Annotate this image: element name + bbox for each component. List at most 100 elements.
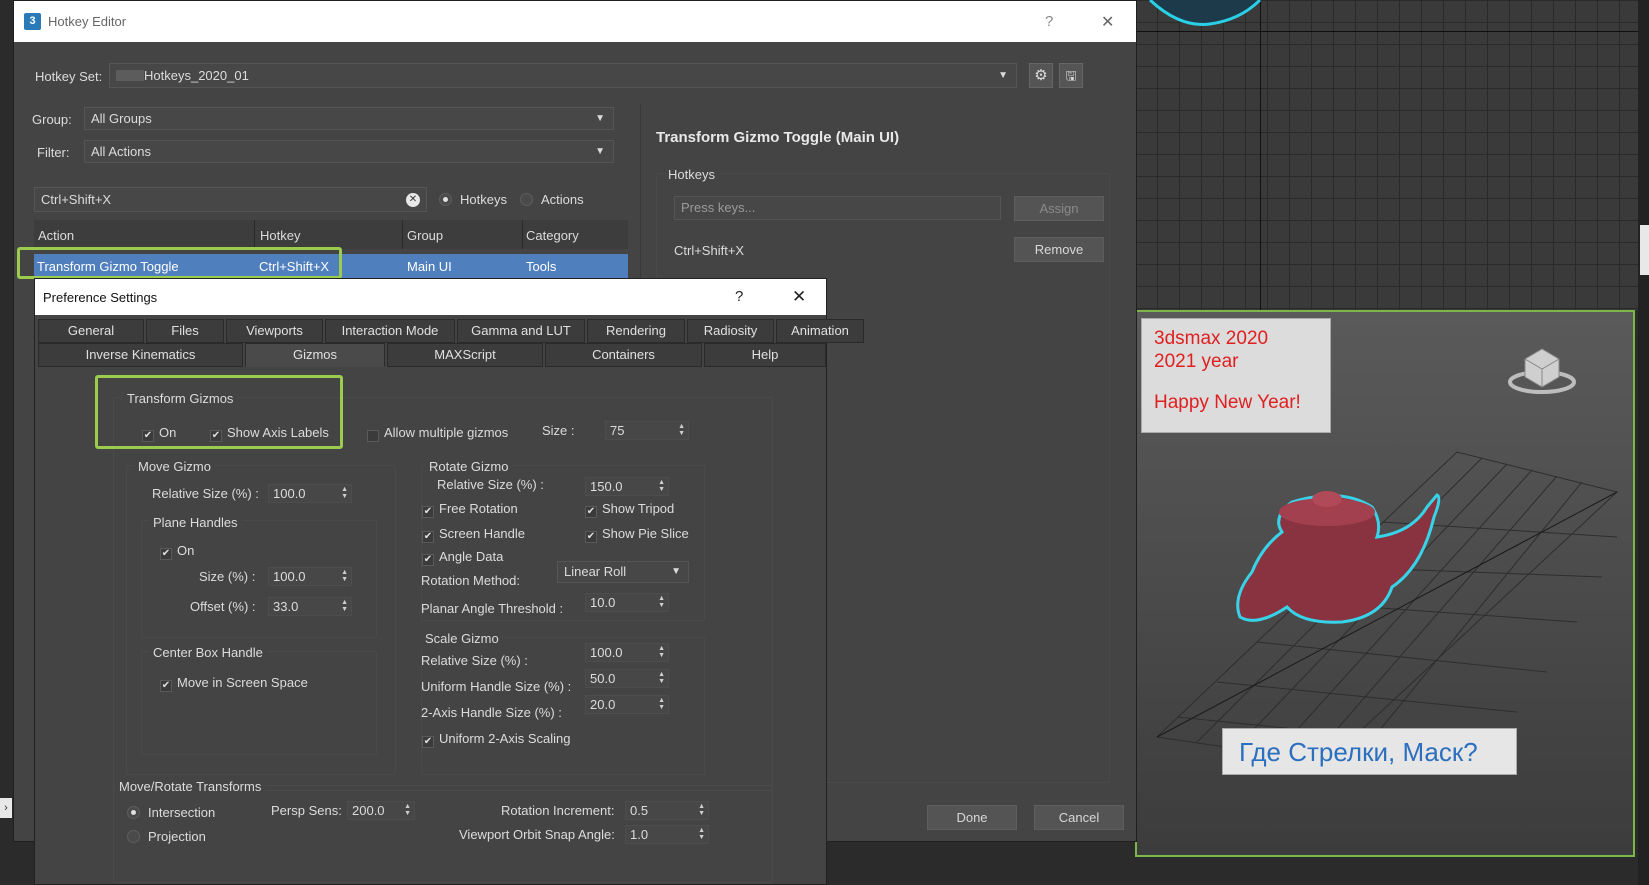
greeting-note: 3dsmax 2020 2021 year Happy New Year! [1141,318,1331,433]
two-axis-spinner[interactable]: 20.0 ▲ ▼ [585,695,669,714]
column-header[interactable]: Hotkey [260,228,300,243]
cancel-button[interactable]: Cancel [1034,805,1124,830]
plane-offset-label: Offset (%) : [190,599,256,614]
viewcube-icon[interactable] [1507,337,1577,397]
hotkey-set-dropdown[interactable]: Hotkeys_2020_01 ▼ [109,63,1017,88]
move-relative-size-spinner[interactable]: 100.0 ▲ ▼ [268,484,352,503]
assign-button[interactable]: Assign [1014,196,1104,221]
column-header[interactable]: Action [38,228,74,243]
spinner-arrows-icon: ▲ ▼ [698,827,705,841]
checkbox-angle-data-label: Angle Data [439,549,504,564]
checkbox-icon: ✔ [160,680,172,692]
spinner-arrows-icon: ▲ ▼ [341,569,348,583]
group-dropdown[interactable]: All Groups ▼ [84,107,614,130]
spinner-arrows-icon: ▲ ▼ [658,697,665,711]
spinner-arrows-icon: ▲ ▼ [698,803,705,817]
rotate-relative-size-spinner[interactable]: 150.0 ▲ ▼ [585,477,669,496]
tab-inverse-kinematics[interactable]: Inverse Kinematics [38,343,243,367]
checkbox-plane-on[interactable]: ✔ On [160,543,194,560]
checkbox-uniform-2axis[interactable]: ✔ Uniform 2-Axis Scaling [422,731,571,748]
plane-size-spinner[interactable]: 100.0 ▲ ▼ [268,567,352,586]
rotation-method-value: Linear Roll [564,564,627,579]
rotation-increment-spinner[interactable]: 0.5 ▲ ▼ [625,801,709,820]
expand-arrow-icon[interactable]: › [0,798,12,818]
tab-radiosity[interactable]: Radiosity [687,319,774,343]
preference-settings-window: Preference Settings ? ✕ General Files Vi… [34,278,864,885]
rotation-method-label: Rotation Method: [421,573,521,588]
orbit-snap-spinner[interactable]: 1.0 ▲ ▼ [625,825,709,844]
tab-interaction-mode[interactable]: Interaction Mode [325,319,455,343]
scale-relative-size-spinner[interactable]: 100.0 ▲ ▼ [585,643,669,662]
gear-icon[interactable]: ⚙ [1029,63,1053,88]
uniform-handle-spinner[interactable]: 50.0 ▲ ▼ [585,669,669,688]
tab-rendering[interactable]: Rendering [587,319,685,343]
rotation-method-dropdown[interactable]: Linear Roll ▼ [557,561,689,583]
checkbox-uniform-2axis-label: Uniform 2-Axis Scaling [439,731,571,746]
rotate-relative-size-value: 150.0 [590,479,623,494]
checkbox-show-pie-slice[interactable]: ✔ Show Pie Slice [585,526,689,543]
persp-sens-value: 200.0 [352,803,385,818]
radio-projection[interactable]: Projection [127,829,206,844]
center-box-group [141,651,377,755]
checkbox-show-tripod[interactable]: ✔ Show Tripod [585,501,674,518]
size-label: Size : [542,423,575,438]
remove-button[interactable]: Remove [1014,237,1104,262]
filter-value: All Actions [91,144,151,159]
help-button[interactable]: ? [1045,13,1053,30]
save-icon[interactable]: 🖫 [1059,63,1083,88]
app-icon: 3 [24,13,41,30]
tab-animation[interactable]: Animation [776,319,864,343]
tab-viewports[interactable]: Viewports [226,319,323,343]
column-header[interactable]: Category [526,228,579,243]
checkbox-free-rotation[interactable]: ✔ Free Rotation [422,501,518,518]
rotation-increment-value: 0.5 [630,803,649,818]
preference-settings-titlebar: Preference Settings ? ✕ [35,279,826,315]
tab-help[interactable]: Help [704,343,826,367]
size-spinner[interactable]: 75 ▲ ▼ [605,421,689,440]
press-keys-input[interactable]: Press keys... [674,196,1001,220]
planar-threshold-spinner[interactable]: 10.0 ▲ ▼ [585,593,669,612]
checkbox-move-screen-label: Move in Screen Space [177,675,308,690]
checkbox-screen-handle[interactable]: ✔ Screen Handle [422,526,525,543]
chevron-down-icon: ▼ [671,566,681,577]
close-button[interactable]: ✕ [1101,12,1114,32]
tab-gizmos[interactable]: Gizmos [245,343,385,367]
chevron-down-icon: ▼ [998,70,1008,81]
done-button[interactable]: Done [927,805,1017,830]
column-header[interactable]: Group [407,228,443,243]
tab-general[interactable]: General [38,319,144,343]
filter-dropdown[interactable]: All Actions ▼ [84,140,614,163]
rotate-gizmo-title: Rotate Gizmo [425,459,513,474]
tab-files[interactable]: Files [146,319,224,343]
side-tab[interactable] [1640,225,1649,275]
checkbox-icon: ✔ [585,506,597,518]
plane-handles-title: Plane Handles [149,515,242,530]
radio-actions[interactable]: Actions [520,192,584,207]
radio-intersection[interactable]: Intersection [127,805,215,820]
radio-icon [520,193,533,206]
radio-intersection-label: Intersection [148,805,216,820]
rotate-relative-size-label: Relative Size (%) : [437,477,544,492]
persp-sens-spinner[interactable]: 200.0 ▲ ▼ [347,801,415,820]
close-button[interactable]: ✕ [792,287,806,307]
tab-gamma-lut[interactable]: Gamma and LUT [457,319,585,343]
help-button[interactable]: ? [735,288,743,305]
tab-containers[interactable]: Containers [545,343,702,367]
checkbox-move-in-screen-space[interactable]: ✔ Move in Screen Space [160,675,308,692]
move-rotate-title: Move/Rotate Transforms [115,779,266,794]
top-viewport[interactable] [1135,0,1649,310]
clear-search-icon[interactable]: ✕ [406,193,420,207]
radio-icon [127,830,140,843]
two-axis-label: 2-Axis Handle Size (%) : [421,705,562,720]
uniform-handle-label: Uniform Handle Size (%) : [421,679,572,694]
plane-offset-spinner[interactable]: 33.0 ▲ ▼ [268,597,352,616]
radio-hotkeys[interactable]: Hotkeys [439,192,507,207]
search-input[interactable]: Ctrl+Shift+X ✕ [34,187,427,212]
center-box-title: Center Box Handle [149,645,267,660]
assigned-hotkey[interactable]: Ctrl+Shift+X [674,243,744,258]
checkbox-angle-data[interactable]: ✔ Angle Data [422,549,503,566]
radio-hotkeys-label: Hotkeys [460,192,507,207]
checkbox-icon: ✔ [422,506,434,518]
tab-maxscript[interactable]: MAXScript [387,343,543,367]
checkbox-allow-multiple[interactable]: ✔ Allow multiple gizmos [367,425,508,442]
